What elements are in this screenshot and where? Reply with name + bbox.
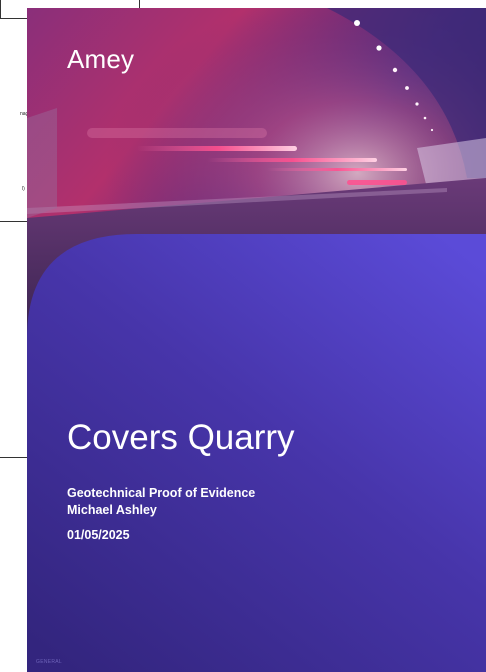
author-name: Michael Ashley (67, 503, 157, 517)
document-page: nage l) Amey Covers Quarry Geotechnical … (0, 0, 486, 672)
underlying-document-strip: nage l) (0, 0, 31, 672)
document-subtitle: Geotechnical Proof of Evidence (67, 486, 256, 500)
table-border (0, 221, 27, 222)
document-date: 01/05/2025 (67, 528, 130, 542)
document-title: Covers Quarry (67, 418, 295, 457)
table-text-fragment: l) (22, 186, 25, 192)
cover-page: Amey Covers Quarry Geotechnical Proof of… (27, 8, 486, 672)
table-border (0, 457, 27, 458)
table-border (0, 0, 140, 8)
amey-logo: Amey (67, 44, 135, 74)
table-border (0, 18, 27, 19)
purple-overlay-panel (27, 234, 486, 672)
classification-label: GENERAL (36, 659, 62, 665)
